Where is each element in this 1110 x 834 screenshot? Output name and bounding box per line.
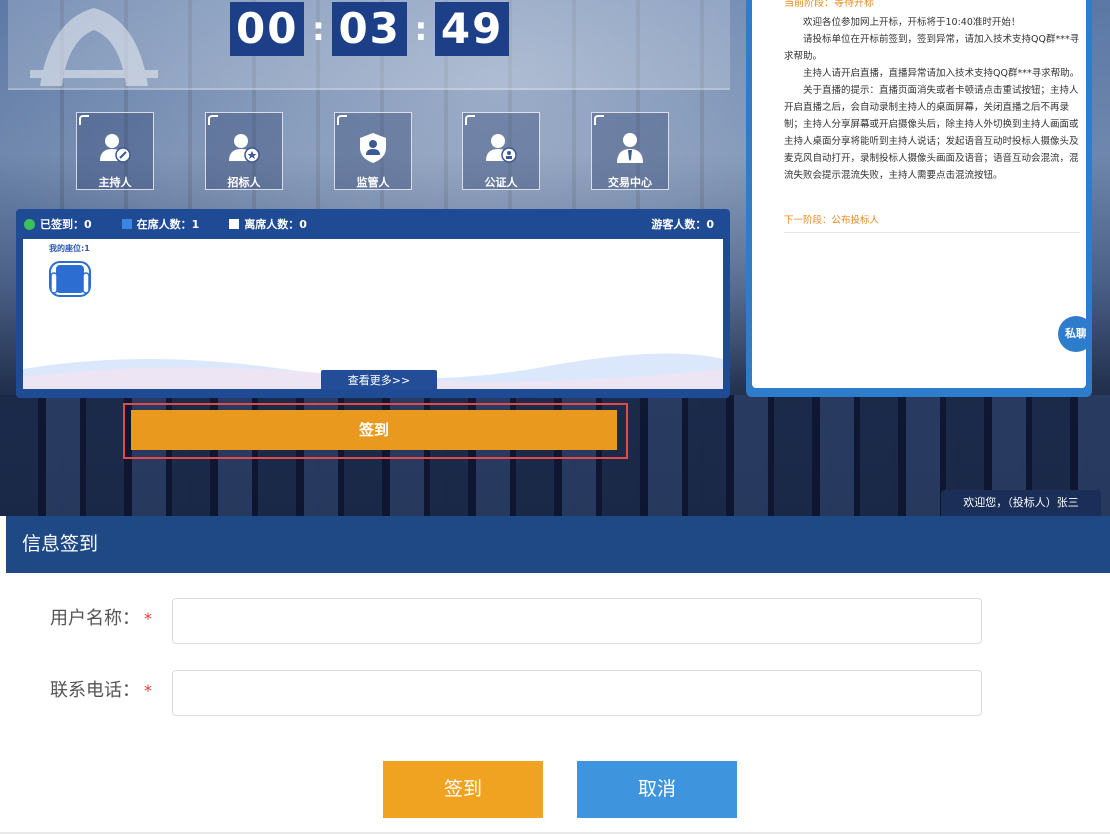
timer-hours: 00 — [230, 2, 305, 56]
timer-minutes: 03 — [332, 2, 407, 56]
role-label: 招标人 — [227, 176, 261, 189]
welcome-user: 欢迎您，（投标人）张三 — [941, 490, 1101, 516]
notice-content: 当前阶段：等待开标 欢迎各位参加网上开标，开标将于10:40准时开始！ 请投标单… — [752, 0, 1086, 388]
confirm-sign-in-button[interactable]: 签到 — [383, 761, 543, 818]
seat-area: 我的座位:1 查看更多>> — [23, 239, 723, 389]
meeting-room-view: 00 : 03 : 49 主持人 招标人 监管人 公证人 交易中心 已签到：0 … — [0, 0, 1110, 516]
role-tenderer[interactable]: 招标人 — [205, 112, 283, 190]
role-label: 公证人 — [484, 176, 518, 189]
notice-panel: 当前阶段：等待开标 欢迎各位参加网上开标，开标将于10:40准时开始！ 请投标单… — [746, 0, 1092, 397]
seat-chair-icon[interactable] — [47, 259, 93, 299]
phone-label-text: 联系电话： — [50, 680, 140, 701]
seat-status-bar: 已签到：0 在席人数：1 离席人数：0 游客人数：0 — [16, 209, 730, 239]
role-label: 主持人 — [98, 176, 132, 189]
absent-count-text: 离席人数：0 — [244, 218, 307, 231]
notice-paragraph: 欢迎各位参加网上开标，开标将于10:40准时开始！ — [803, 17, 1021, 28]
sign-in-button[interactable]: 签到 — [131, 410, 617, 450]
current-phase: 当前阶段：等待开标 — [784, 0, 874, 9]
dialog-title: 信息签到 — [22, 533, 99, 555]
username-input[interactable] — [172, 598, 982, 644]
notice-paragraph: 主持人请开启直播，直播异常请加入技术支持QQ群***寻求帮助。 — [803, 68, 1080, 79]
present-square-icon — [121, 219, 132, 229]
role-label: 交易中心 — [608, 176, 652, 189]
username-label: 用户名称： * — [50, 604, 152, 630]
role-label: 监管人 — [356, 176, 390, 189]
private-chat-button[interactable]: 私聊 — [1058, 316, 1086, 352]
cancel-button[interactable]: 取消 — [577, 761, 737, 818]
building-logo-icon — [30, 8, 158, 86]
phone-input[interactable] — [172, 670, 982, 716]
timer-seconds: 49 — [434, 2, 510, 56]
absent-count: 离席人数：0 — [229, 216, 307, 232]
supervisor-icon — [360, 133, 386, 163]
trading-center-icon — [617, 133, 643, 163]
countdown-timer: 00 : 03 : 49 — [230, 2, 510, 56]
required-mark: * — [144, 681, 152, 700]
role-supervisor[interactable]: 监管人 — [334, 112, 412, 190]
absent-square-icon — [229, 219, 240, 229]
notice-paragraph: 请投标单位在开标前签到，签到异常，请加入技术支持QQ群***寻求帮助。 — [784, 34, 1080, 62]
present-count-text: 在席人数：1 — [136, 218, 200, 231]
notary-icon — [486, 134, 517, 163]
divider — [784, 232, 1080, 233]
signed-count: 已签到：0 — [24, 216, 92, 232]
notice-paragraph: 关于直播的提示：直播页面消失或者卡顿请点击重试按钮；主持人开启直播之后，会自动录… — [784, 85, 1079, 181]
role-notary[interactable]: 公证人 — [462, 112, 540, 190]
notice-text: 欢迎各位参加网上开标，开标将于10:40准时开始！ 请投标单位在开标前签到，签到… — [784, 14, 1080, 184]
view-more-button[interactable]: 查看更多>> — [321, 370, 437, 389]
username-label-text: 用户名称： — [50, 608, 140, 629]
dialog-header: 信息签到 — [6, 516, 1110, 573]
signed-count-text: 已签到：0 — [40, 218, 92, 231]
timer-separator: : — [312, 10, 325, 48]
required-mark: * — [144, 609, 152, 628]
role-host[interactable]: 主持人 — [76, 112, 154, 190]
host-icon — [100, 134, 131, 163]
present-count: 在席人数：1 — [121, 216, 200, 232]
phone-label: 联系电话： * — [50, 676, 152, 702]
my-seat-label: 我的座位:1 — [49, 244, 90, 253]
seat-panel: 已签到：0 在席人数：1 离席人数：0 游客人数：0 我的座位:1 查看更多>> — [16, 209, 730, 398]
check-icon — [24, 218, 35, 230]
timer-separator: : — [414, 10, 428, 48]
role-trading-center[interactable]: 交易中心 — [591, 112, 669, 190]
next-phase: 下一阶段：公布投标人 — [784, 215, 880, 226]
visitor-count: 游客人数：0 — [651, 218, 714, 231]
tenderer-icon — [229, 134, 260, 163]
